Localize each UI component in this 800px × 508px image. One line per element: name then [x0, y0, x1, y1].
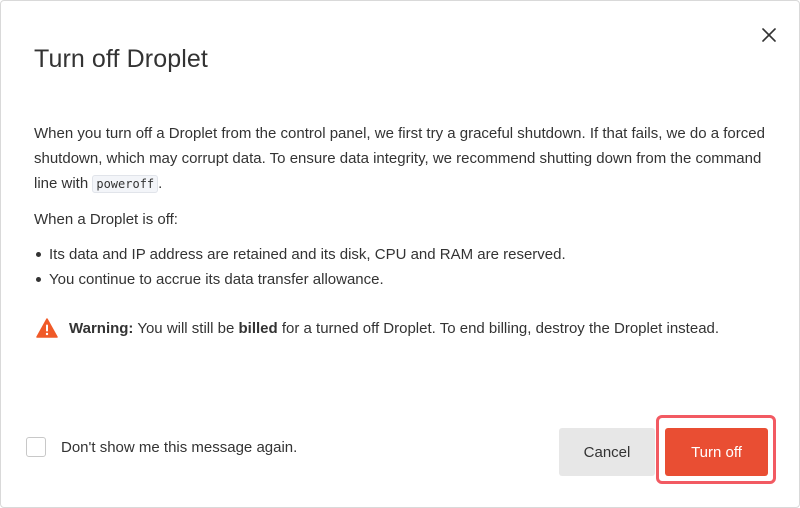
turn-off-button[interactable]: Turn off	[665, 428, 768, 476]
list-item: You continue to accrue its data transfer…	[34, 267, 566, 292]
warning-text: Warning: You will still be billed for a …	[69, 316, 719, 341]
turn-off-droplet-dialog: Turn off Droplet When you turn off a Dro…	[0, 0, 800, 508]
intro-paragraph: When you turn off a Droplet from the con…	[34, 121, 769, 197]
dialog-title: Turn off Droplet	[34, 45, 208, 73]
warning-billed: billed	[238, 320, 278, 337]
dialog-body: When you turn off a Droplet from the con…	[34, 121, 769, 338]
dont-show-again-label[interactable]: Don't show me this message again.	[61, 439, 297, 456]
warning-text-before: You will still be	[133, 320, 239, 337]
poweroff-code: poweroff	[92, 175, 159, 193]
cancel-button[interactable]: Cancel	[559, 428, 655, 476]
warning-label: Warning:	[69, 320, 134, 337]
dont-show-again-row[interactable]: Don't show me this message again.	[26, 436, 297, 458]
intro-period: .	[158, 175, 163, 192]
off-bullet-list: Its data and IP address are retained and…	[34, 242, 566, 292]
warning-text-after: for a turned off Droplet. To end billing…	[277, 320, 720, 337]
list-item: Its data and IP address are retained and…	[34, 242, 566, 267]
off-heading: When a Droplet is off:	[34, 211, 178, 228]
warning-triangle-icon	[36, 318, 58, 338]
close-icon[interactable]	[757, 23, 781, 47]
dont-show-again-checkbox[interactable]	[26, 437, 46, 457]
